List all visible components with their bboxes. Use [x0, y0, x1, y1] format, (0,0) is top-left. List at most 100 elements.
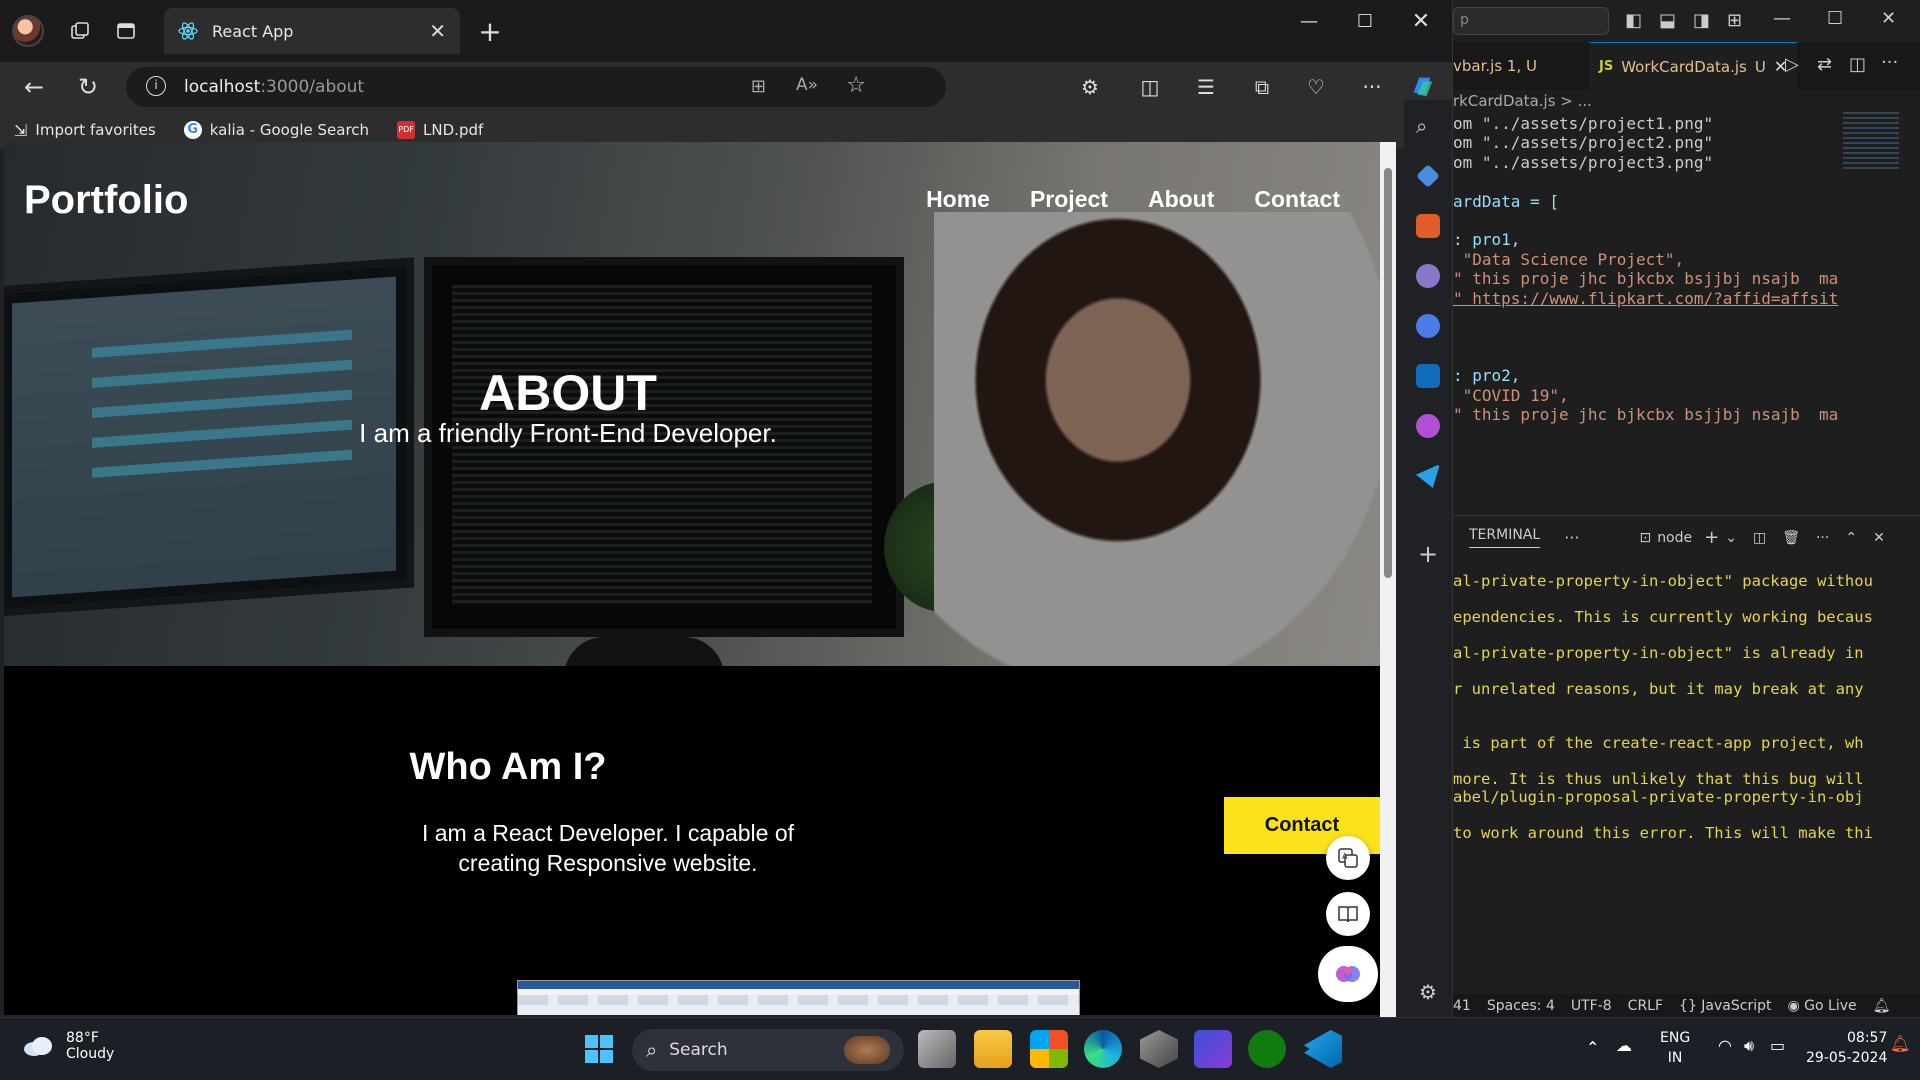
vertical-tabs-icon[interactable] — [112, 17, 140, 45]
run-icon[interactable]: ▷ — [1785, 54, 1799, 75]
tab-react-app[interactable]: React App ✕ — [164, 8, 460, 54]
profile-avatar[interactable] — [12, 15, 44, 47]
vs-minimize-icon[interactable]: — — [1773, 8, 1791, 29]
url-field[interactable]: i localhost:3000/about ⊞ A» ☆ — [126, 67, 946, 107]
site-logo[interactable]: Portfolio — [24, 178, 188, 223]
clock[interactable]: 08:57 29-05-2024 — [1806, 1028, 1887, 1068]
new-terminal-icon[interactable]: + — [1704, 527, 1719, 548]
wifi-icon[interactable]: ◠ — [1718, 1036, 1732, 1055]
maximize-panel-icon[interactable]: ⌃ — [1845, 530, 1857, 546]
panel-more-icon[interactable]: ··· — [1564, 528, 1579, 547]
settings-gear-icon[interactable]: ⚙ — [1416, 980, 1440, 1004]
favorite-star-icon[interactable]: ☆ — [846, 73, 866, 98]
onedrive-icon[interactable]: ☁ — [1616, 1036, 1632, 1055]
split-editor-icon[interactable]: ◫ — [1849, 54, 1866, 75]
reader-icon[interactable] — [1326, 892, 1370, 936]
notification-bell-icon[interactable]: 🔔︎ — [1890, 1034, 1910, 1053]
vscode-taskbar-icon[interactable] — [1304, 1030, 1342, 1068]
volume-icon[interactable]: 🔊︎ — [1744, 1036, 1754, 1056]
shopping-icon[interactable] — [1416, 164, 1440, 188]
status-position[interactable]: 41 — [1453, 998, 1471, 1014]
code-line[interactable]: ardData = [ — [1453, 192, 1559, 214]
scrollbar-thumb[interactable] — [1384, 168, 1392, 578]
browser-essentials-icon[interactable]: ♡ — [1302, 73, 1330, 101]
read-aloud-icon[interactable]: A» — [796, 75, 818, 95]
nav-contact[interactable]: Contact — [1254, 186, 1340, 213]
edge-icon[interactable] — [1084, 1030, 1122, 1068]
customize-layout-icon[interactable]: ⊞ — [1727, 10, 1742, 31]
designer-icon[interactable] — [1416, 414, 1440, 438]
power-automate-icon[interactable] — [1194, 1030, 1232, 1068]
extensions-icon[interactable]: ⚙ — [1076, 73, 1104, 101]
vs-maximize-icon[interactable]: ☐ — [1827, 8, 1843, 29]
outlook-icon[interactable] — [1416, 364, 1440, 388]
favorite-pdf[interactable]: PDF LND.pdf — [397, 121, 483, 139]
settings-app-icon[interactable] — [1140, 1030, 1178, 1068]
info-icon[interactable]: i — [146, 76, 166, 96]
minimap[interactable] — [1843, 112, 1899, 172]
status-spaces[interactable]: Spaces: 4 — [1487, 998, 1555, 1014]
terminal-tab[interactable]: TERMINAL — [1469, 527, 1541, 548]
page-scrollbar[interactable] — [1380, 142, 1396, 1017]
search-icon[interactable]: ⌕ — [1416, 114, 1440, 138]
start-icon[interactable] — [580, 1030, 618, 1068]
nav-home[interactable]: Home — [926, 186, 990, 213]
code-line[interactable]: " https://www.flipkart.com/?affid=affsit — [1453, 289, 1838, 311]
workspaces-icon[interactable] — [66, 17, 94, 45]
vs-close-icon[interactable]: ✕ — [1881, 8, 1896, 29]
nav-project[interactable]: Project — [1030, 186, 1108, 213]
terminal-shell-label[interactable]: node — [1657, 530, 1692, 546]
tools-icon[interactable] — [1416, 214, 1440, 238]
split-terminal-icon[interactable]: ◫ — [1753, 530, 1766, 546]
status-language[interactable]: {} JavaScript — [1679, 998, 1771, 1014]
show-hidden-icons-icon[interactable]: ⌃ — [1586, 1038, 1599, 1057]
favorite-google[interactable]: G kalia - Google Search — [183, 121, 369, 139]
trash-icon[interactable]: 🗑 — [1782, 530, 1800, 546]
file-explorer-icon[interactable] — [974, 1030, 1012, 1068]
microsoft-store-icon[interactable] — [1030, 1030, 1068, 1068]
toggle-sidebar-icon[interactable]: ◧ — [1625, 10, 1642, 31]
toggle-secondary-sidebar-icon[interactable]: ◨ — [1693, 10, 1710, 31]
favorite-import[interactable]: ⇲ Import favorites — [14, 121, 156, 140]
taskbar-search[interactable]: ⌕ Search — [632, 1029, 904, 1071]
minimize-icon[interactable]: — — [1280, 0, 1338, 42]
code-editor[interactable]: om "../assets/project1.png" om "../assets… — [1453, 114, 1863, 514]
tab-navbar[interactable]: vbar.js 1, U — [1453, 42, 1563, 90]
command-center-search[interactable]: p — [1453, 7, 1609, 35]
breadcrumb[interactable]: rkCardData.js > ... — [1453, 92, 1592, 110]
close-window-icon[interactable]: ✕ — [1392, 0, 1450, 42]
refresh-icon[interactable]: ↻ — [74, 73, 102, 101]
weather-widget[interactable]: 88°F Cloudy — [22, 1030, 114, 1062]
compare-icon[interactable]: ⇄ — [1817, 54, 1832, 75]
microsoft-365-icon[interactable] — [1416, 314, 1440, 338]
favorites-icon[interactable]: ☰ — [1192, 73, 1220, 101]
back-icon[interactable]: ← — [20, 73, 48, 101]
maximize-icon[interactable]: ☐ — [1336, 0, 1394, 42]
terminal-more-icon[interactable]: ··· — [1816, 530, 1829, 546]
collections-icon[interactable]: ⧉ — [1248, 73, 1276, 101]
more-menu-icon[interactable]: ··· — [1358, 73, 1386, 101]
code-line[interactable]: om "../assets/project3.png" — [1453, 153, 1713, 175]
editor-more-icon[interactable]: ··· — [1881, 52, 1898, 73]
language-indicator[interactable]: ENG IN — [1660, 1028, 1690, 1068]
split-screen-icon[interactable]: ◫ — [1136, 73, 1164, 101]
add-sidebar-app-icon[interactable]: + — [1416, 542, 1440, 566]
games-icon[interactable] — [1416, 264, 1440, 288]
status-encoding[interactable]: UTF-8 — [1571, 998, 1612, 1014]
task-view-icon[interactable] — [918, 1030, 956, 1068]
xbox-icon[interactable] — [1248, 1030, 1286, 1068]
ai-assistant-icon[interactable] — [1318, 946, 1378, 1002]
status-golive[interactable]: ◉ Go Live — [1787, 998, 1856, 1014]
code-line[interactable]: " this proje jhc bjkcbx bsjjbj nsajb ma — [1453, 405, 1838, 427]
battery-icon[interactable]: ▭ — [1770, 1036, 1785, 1055]
terminal-dropdown-icon[interactable]: ⌄ — [1725, 530, 1737, 546]
close-panel-icon[interactable]: ✕ — [1873, 530, 1885, 546]
toggle-panel-icon[interactable]: ⬓ — [1659, 10, 1676, 31]
nav-about[interactable]: About — [1148, 186, 1214, 213]
apps-icon[interactable]: ⊞ — [751, 76, 766, 97]
tab-workcarddata[interactable]: JS WorkCardData.js U ✕ — [1589, 42, 1798, 90]
new-tab-icon[interactable]: + — [476, 15, 504, 48]
status-eol[interactable]: CRLF — [1628, 998, 1663, 1014]
close-tab-icon[interactable]: ✕ — [429, 19, 446, 43]
translate-icon[interactable]: A — [1326, 836, 1370, 880]
